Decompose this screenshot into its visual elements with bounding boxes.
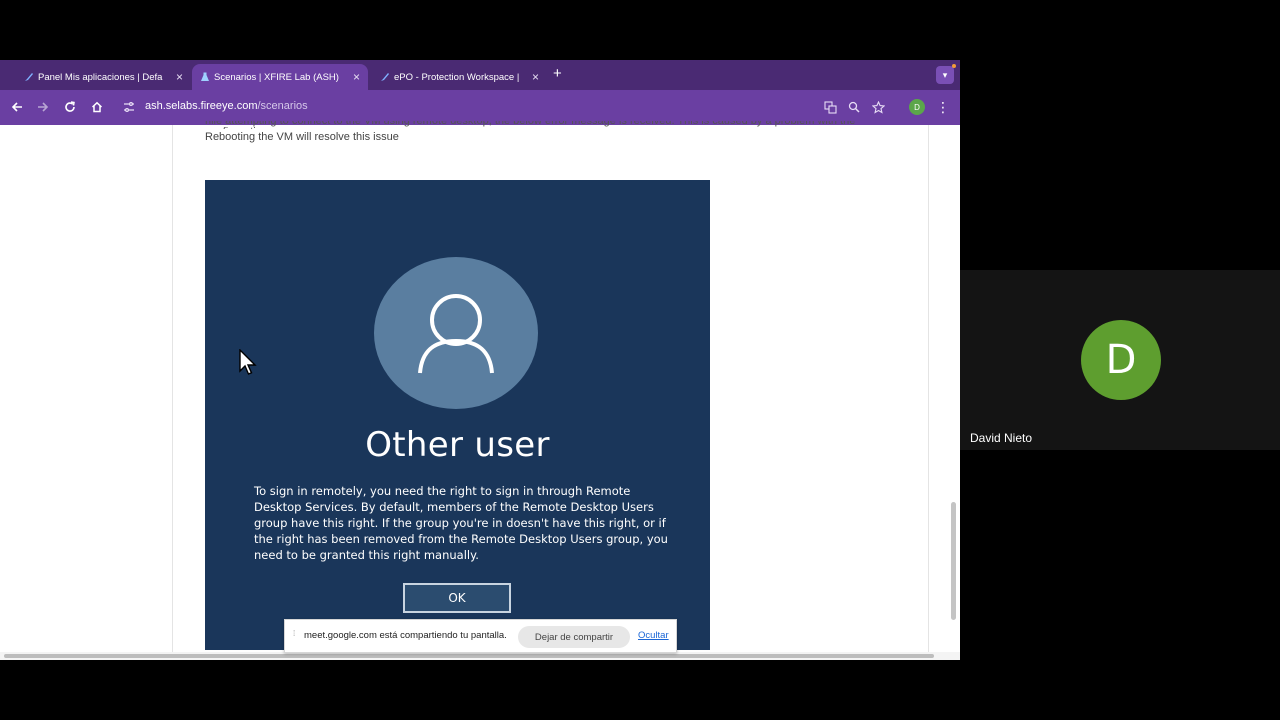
home-button[interactable]	[89, 99, 105, 115]
new-tab-button[interactable]: +	[553, 66, 562, 82]
url-text: ash.selabs.fireeye.com/scenarios	[145, 100, 308, 112]
user-avatar-circle	[374, 257, 538, 409]
participant-avatar: D	[1081, 320, 1161, 400]
dialog-message: To sign in remotely, you need the right …	[254, 484, 668, 562]
tab-scenarios-xfire[interactable]: Scenarios | XFIRE Lab (ASH) ×	[192, 64, 368, 90]
translate-icon[interactable]	[823, 100, 837, 114]
partially-visible-line: hile attempting to connect to the VM usi…	[205, 121, 856, 129]
home-icon	[91, 101, 103, 113]
site-settings-icon[interactable]	[123, 101, 135, 113]
content-border-right	[928, 125, 929, 660]
forward-button[interactable]	[35, 99, 51, 115]
stop-sharing-button[interactable]: Dejar de compartir	[518, 626, 630, 648]
arrow-left-icon	[11, 102, 22, 112]
user-icon	[418, 294, 494, 374]
tab-strip: Panel Mis aplicaciones | Defa × Scenario…	[0, 60, 960, 90]
chevron-down-icon: ▾	[942, 69, 948, 80]
notification-dot	[952, 64, 956, 68]
reload-button[interactable]	[62, 99, 78, 115]
close-icon[interactable]: ×	[353, 70, 360, 84]
share-status-text: meet.google.com está compartiendo tu pan…	[304, 630, 507, 641]
arrow-right-icon	[38, 102, 49, 112]
scrollbar-thumb[interactable]	[4, 654, 934, 658]
url-path: /scenarios	[257, 100, 308, 112]
meet-screen-share-stage: Panel Mis aplicaciones | Defa × Scenario…	[0, 0, 1280, 720]
pen-icon	[381, 73, 389, 81]
back-button[interactable]	[9, 99, 25, 115]
pen-icon	[25, 73, 33, 81]
close-icon[interactable]: ×	[176, 70, 183, 84]
participant-name: David Nieto	[970, 431, 1033, 445]
content-border-left	[172, 125, 173, 660]
tab-search-button[interactable]: ▾	[936, 64, 956, 84]
vertical-scrollbar-thumb[interactable]	[951, 502, 956, 620]
dialog-title: Other user	[365, 425, 550, 465]
shared-browser-window: Panel Mis aplicaciones | Defa × Scenario…	[0, 60, 960, 660]
participant-tile: D David Nieto	[960, 270, 1280, 450]
web-page-content: hile attempting to connect to the VM usi…	[0, 121, 960, 660]
tab-title: ePO - Protection Workspace |	[394, 71, 520, 83]
tab-title: Scenarios | XFIRE Lab (ASH)	[214, 71, 339, 83]
tab-title: Panel Mis aplicaciones | Defa	[38, 71, 163, 83]
browser-toolbar: ash.selabs.fireeye.com/scenarios D ⋮	[0, 90, 960, 125]
tab-epo-protection[interactable]: ePO - Protection Workspace | ×	[372, 64, 547, 90]
zoom-icon[interactable]	[847, 100, 861, 114]
ok-button[interactable]: OK	[403, 583, 511, 613]
close-icon[interactable]: ×	[532, 70, 539, 84]
hide-button[interactable]: Ocultar	[638, 630, 669, 641]
rdp-error-screenshot: Other user To sign in remotely, you need…	[205, 180, 710, 650]
mouse-pointer-icon	[239, 349, 257, 375]
flask-icon	[201, 72, 209, 81]
horizontal-scrollbar[interactable]	[0, 652, 960, 660]
address-bar[interactable]: ash.selabs.fireeye.com/scenarios	[115, 94, 935, 120]
reload-icon	[65, 101, 75, 112]
screen-share-notification: ⁞ meet.google.com está compartiendo tu p…	[284, 619, 677, 653]
url-domain: ash.selabs.fireeye.com	[145, 100, 258, 112]
tab-panel-mis-aplicaciones[interactable]: Panel Mis aplicaciones | Defa ×	[16, 64, 191, 90]
profile-avatar[interactable]: D	[909, 99, 925, 115]
body-paragraph: Rebooting the VM will resolve this issue	[205, 131, 399, 143]
more-menu-icon[interactable]: ⋮	[936, 98, 950, 116]
drag-handle-icon[interactable]: ⁞	[293, 630, 297, 643]
bookmark-star-icon[interactable]	[871, 100, 885, 114]
